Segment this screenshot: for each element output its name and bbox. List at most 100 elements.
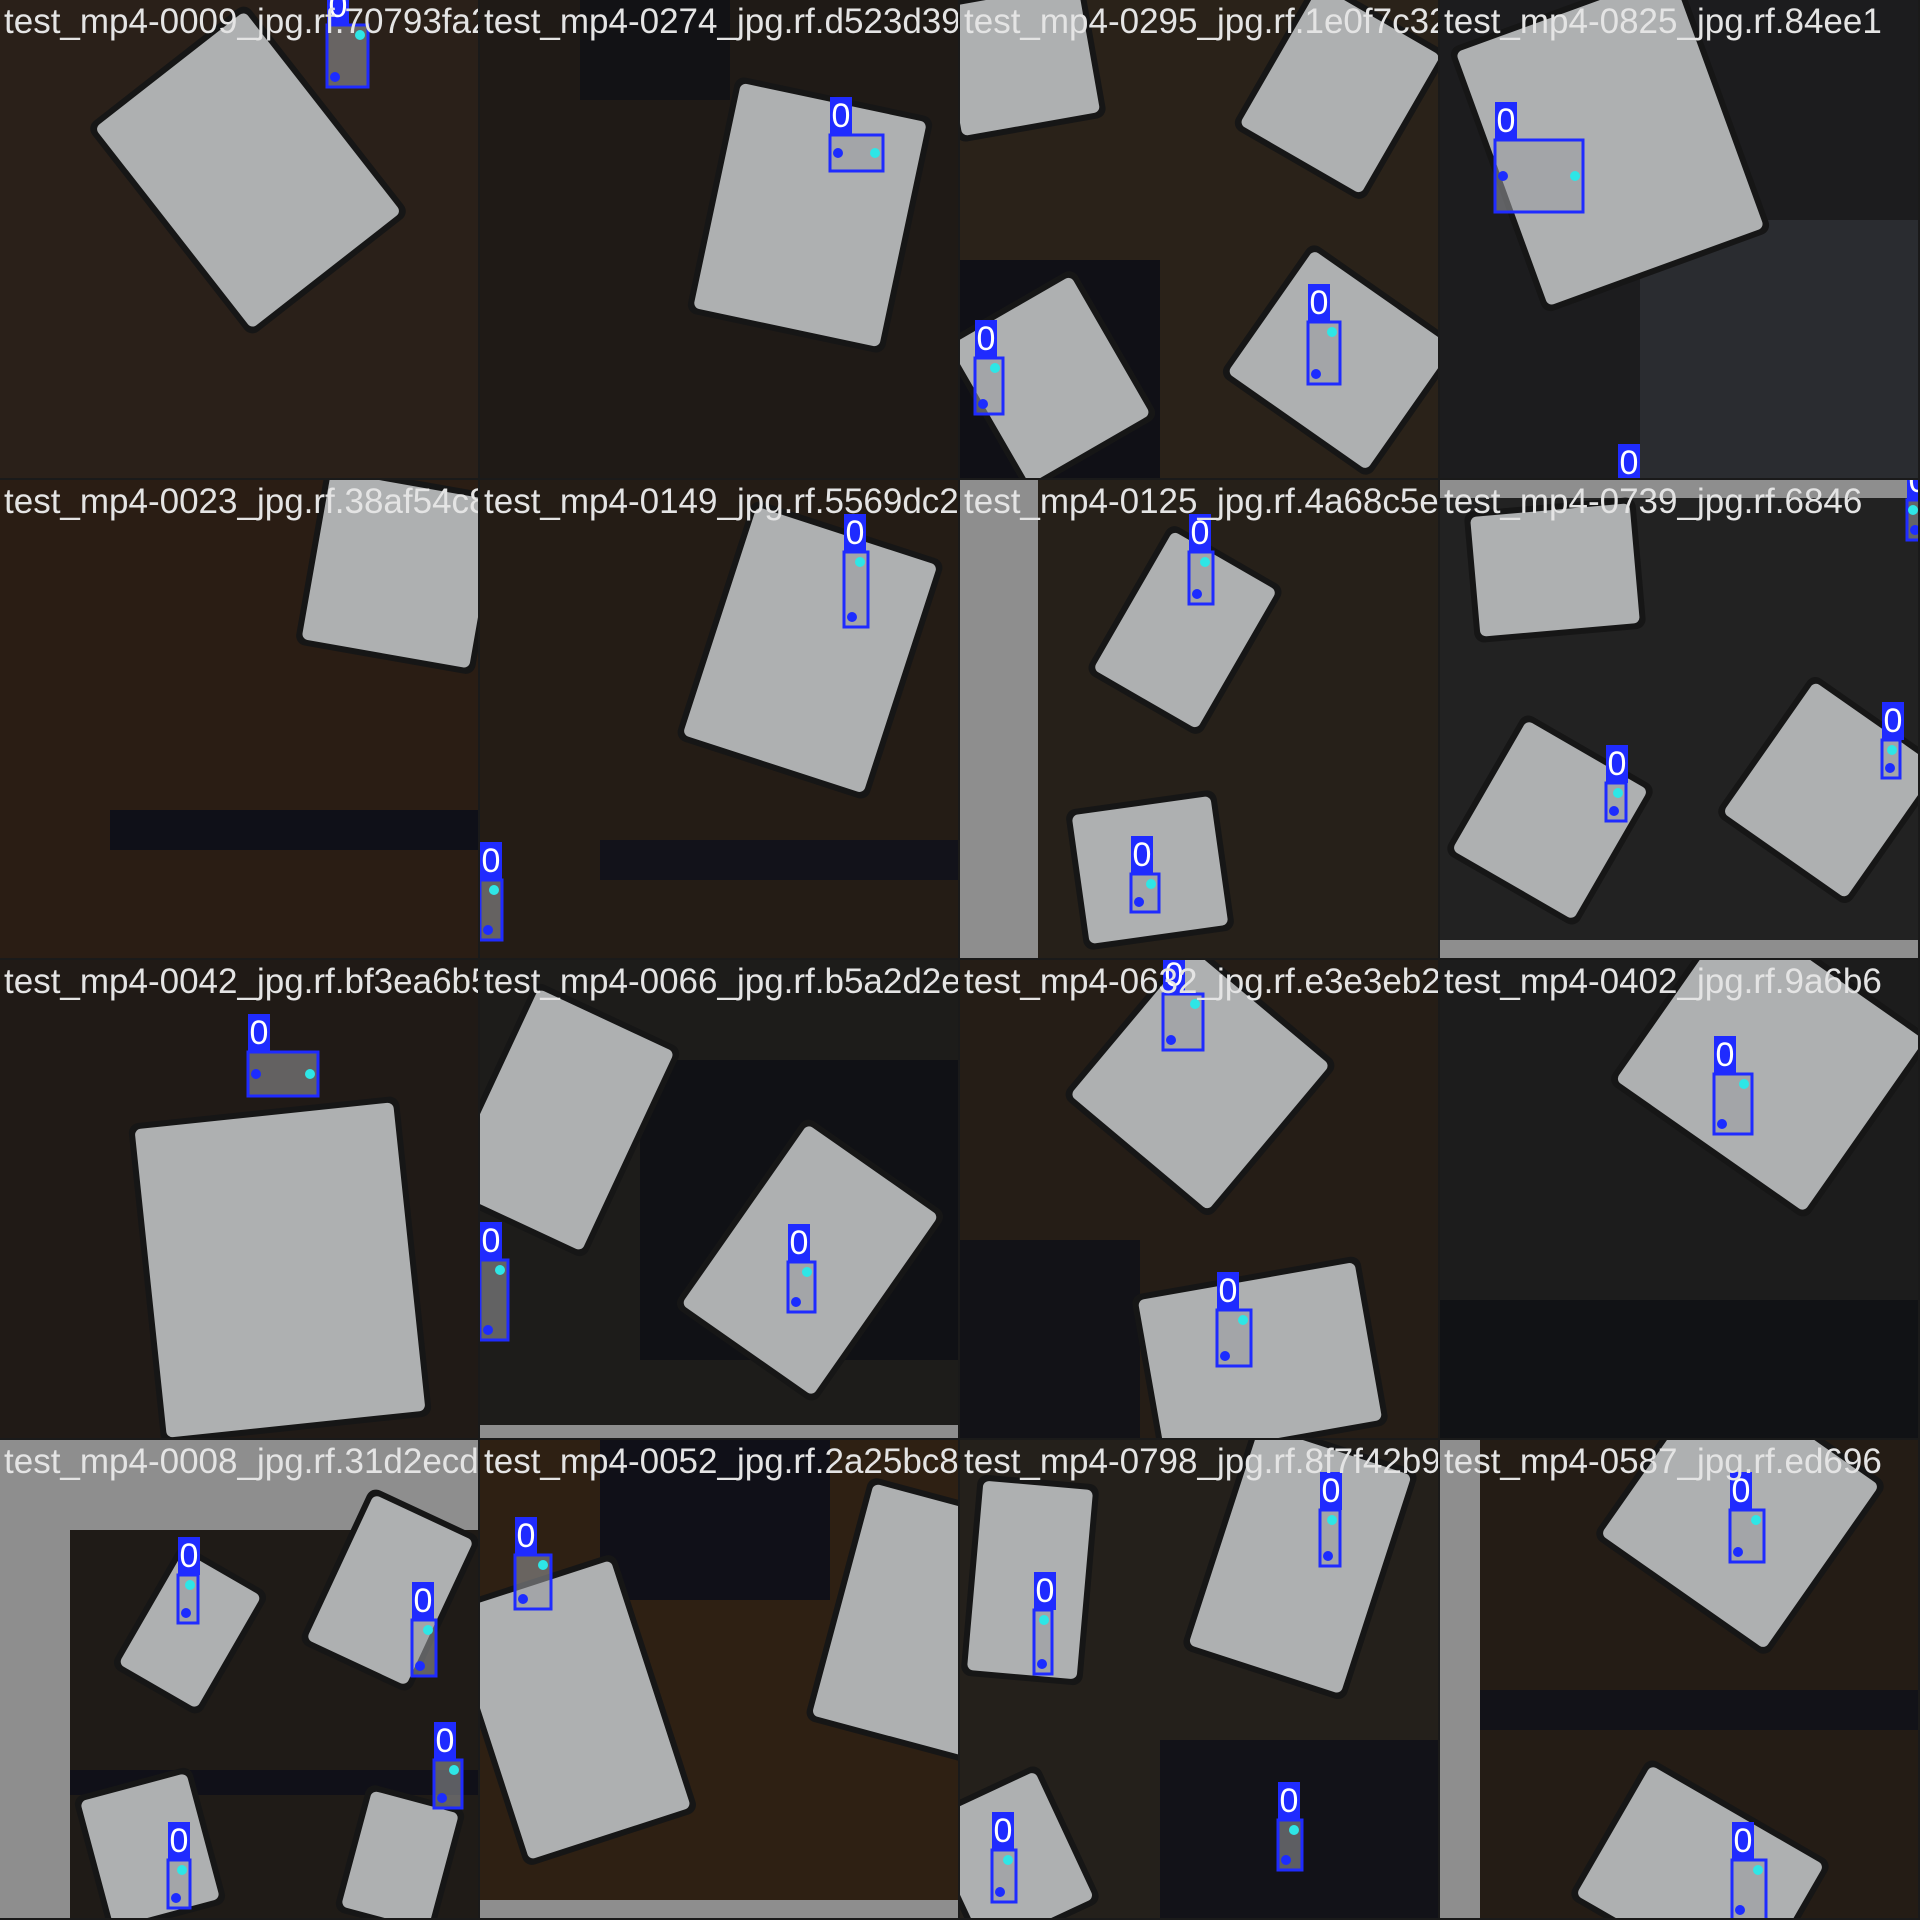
- detection-box: 0: [410, 1582, 438, 1678]
- keypoint: [1327, 327, 1337, 337]
- mosaic-tile: 0test_mp4-0042_jpg.rf.bf3ea6b5afc1544006…: [0, 960, 478, 1438]
- class-label: 0: [1497, 102, 1516, 140]
- class-label: 0: [790, 1224, 809, 1262]
- keypoint: [489, 885, 499, 895]
- keypoint: [437, 1793, 447, 1803]
- mosaic-tile: 00test_mp4-0125_jpg.rf.4a68c5e106f14c673…: [960, 480, 1438, 958]
- keypoint: [1039, 1615, 1049, 1625]
- tablet: [128, 1096, 432, 1438]
- tile-image: 0 0 0 0: [0, 1440, 478, 1918]
- keypoint: [1609, 806, 1619, 816]
- keypoint: [1753, 1865, 1763, 1875]
- keypoint: [415, 1661, 425, 1671]
- detection-box: 0: [1905, 480, 1918, 542]
- class-label: 0: [1322, 1472, 1341, 1510]
- keypoint: [518, 1594, 528, 1604]
- tile-image: 0: [0, 960, 478, 1438]
- keypoint: [1289, 1825, 1299, 1835]
- keypoint: [483, 1325, 493, 1335]
- tablet: [961, 1474, 1099, 1686]
- keypoint: [791, 1297, 801, 1307]
- detection-box: 0: [1604, 745, 1628, 823]
- detection-box: 0: [842, 514, 870, 629]
- detection-box: 0: [1276, 1782, 1304, 1872]
- class-label: 0: [170, 1822, 189, 1860]
- keypoint: [1281, 1855, 1291, 1865]
- class-label: 0: [832, 97, 851, 135]
- class-label: 0: [414, 1582, 433, 1620]
- keypoint: [870, 148, 880, 158]
- keypoint: [1735, 1905, 1745, 1915]
- detection-box: 0: [480, 842, 504, 942]
- keypoint: [978, 399, 988, 409]
- keypoint: [995, 1887, 1005, 1897]
- keypoint: [1311, 369, 1321, 379]
- detection-box: 0: [1880, 702, 1904, 780]
- class-label: 0: [482, 842, 501, 880]
- detection-box: 0: [176, 1537, 200, 1625]
- detection-box: 0: [1318, 1472, 1342, 1568]
- class-label: 0: [1310, 284, 1329, 322]
- tile-image: [0, 480, 478, 958]
- keypoint: [330, 72, 340, 82]
- mosaic-tile: 0000test_mp4-0798_jpg.rf.8f7f42b9c7265-0…: [960, 1440, 1438, 1918]
- mosaic-tile: test_mp4-0023_jpg.rf.38af54c8027144d0499: [0, 480, 478, 958]
- mosaic-tile: 00test_mp4-0066_jpg.rf.b5a2d2ecb7546a6d3…: [480, 960, 958, 1438]
- class-label: 0: [180, 1537, 199, 1575]
- mosaic-tile: 00test_mp4-0632_jpg.rf.e3e3eb29ea3040d2: [960, 960, 1438, 1438]
- keypoint: [990, 363, 1000, 373]
- tile-image: 0: [480, 0, 958, 478]
- detection-box: 0: [990, 1812, 1018, 1904]
- class-label: 0: [1036, 1572, 1055, 1610]
- keypoint: [1613, 788, 1623, 798]
- mosaic-tile: 0test_mp4-0009_jpg.rf.70793fa2e104-0274: [0, 0, 478, 478]
- keypoint: [251, 1069, 261, 1079]
- tile-image: 0: [1440, 960, 1918, 1438]
- mosaic-grid: 0test_mp4-0009_jpg.rf.70793fa2e104-0274 0…: [0, 0, 1920, 1920]
- keypoint: [855, 557, 865, 567]
- class-label: 0: [1909, 480, 1918, 500]
- mosaic-tile: 0test_mp4-0052_jpg.rf.2a25bc854f1400798: [480, 1440, 958, 1918]
- tile-image: 0 0 0 0: [960, 1440, 1438, 1918]
- tablet: [296, 480, 478, 674]
- tile-image: 0: [0, 0, 478, 478]
- keypoint: [181, 1608, 191, 1618]
- class-label: 0: [1608, 745, 1627, 783]
- keypoint: [177, 1865, 187, 1875]
- keypoint: [185, 1580, 195, 1590]
- keypoint: [1192, 589, 1202, 599]
- mosaic-tile: 00test_mp4-0295_jpg.rf.1e0f7c32cb04e0825…: [960, 0, 1438, 478]
- tile-image: 00: [960, 480, 1438, 958]
- keypoint: [483, 925, 493, 935]
- class-label: 0: [1219, 1272, 1238, 1310]
- class-label: 0: [1280, 1782, 1299, 1820]
- keypoint: [538, 1560, 548, 1570]
- mosaic-tile: 0 0 test_mp4-0587_jpg.rf.ed696: [1440, 1440, 1918, 1918]
- class-label: 0: [482, 1222, 501, 1260]
- detection-box: 0: [1032, 1572, 1056, 1676]
- keypoint: [1885, 763, 1895, 773]
- mosaic-tile: 000test_mp4-0739_jpg.rf.6846: [1440, 480, 1918, 958]
- keypoint: [1166, 1035, 1176, 1045]
- keypoint: [847, 612, 857, 622]
- keypoint: [171, 1893, 181, 1903]
- class-label: 0: [517, 1517, 536, 1555]
- class-label: 0: [977, 320, 996, 358]
- tile-image: 00: [1440, 1440, 1918, 1918]
- keypoint: [1717, 1119, 1727, 1129]
- mosaic-tile: 0 0 test_mp4-0825_jpg.rf.84ee1: [1440, 0, 1918, 478]
- keypoint: [1134, 897, 1144, 907]
- detection-box: 0: [1187, 514, 1215, 606]
- keypoint: [802, 1267, 812, 1277]
- class-label: 0: [1732, 1472, 1751, 1510]
- tile-image: 00: [1440, 0, 1918, 478]
- keypoint: [1238, 1315, 1248, 1325]
- tile-image: 00: [480, 960, 958, 1438]
- tile-image: 00: [960, 960, 1438, 1438]
- class-label: 0: [329, 0, 348, 25]
- keypoint: [1570, 171, 1580, 181]
- class-label: 0: [1884, 702, 1903, 740]
- class-label: 0: [846, 514, 865, 552]
- class-label: 0: [1133, 836, 1152, 874]
- keypoint: [1327, 1515, 1337, 1525]
